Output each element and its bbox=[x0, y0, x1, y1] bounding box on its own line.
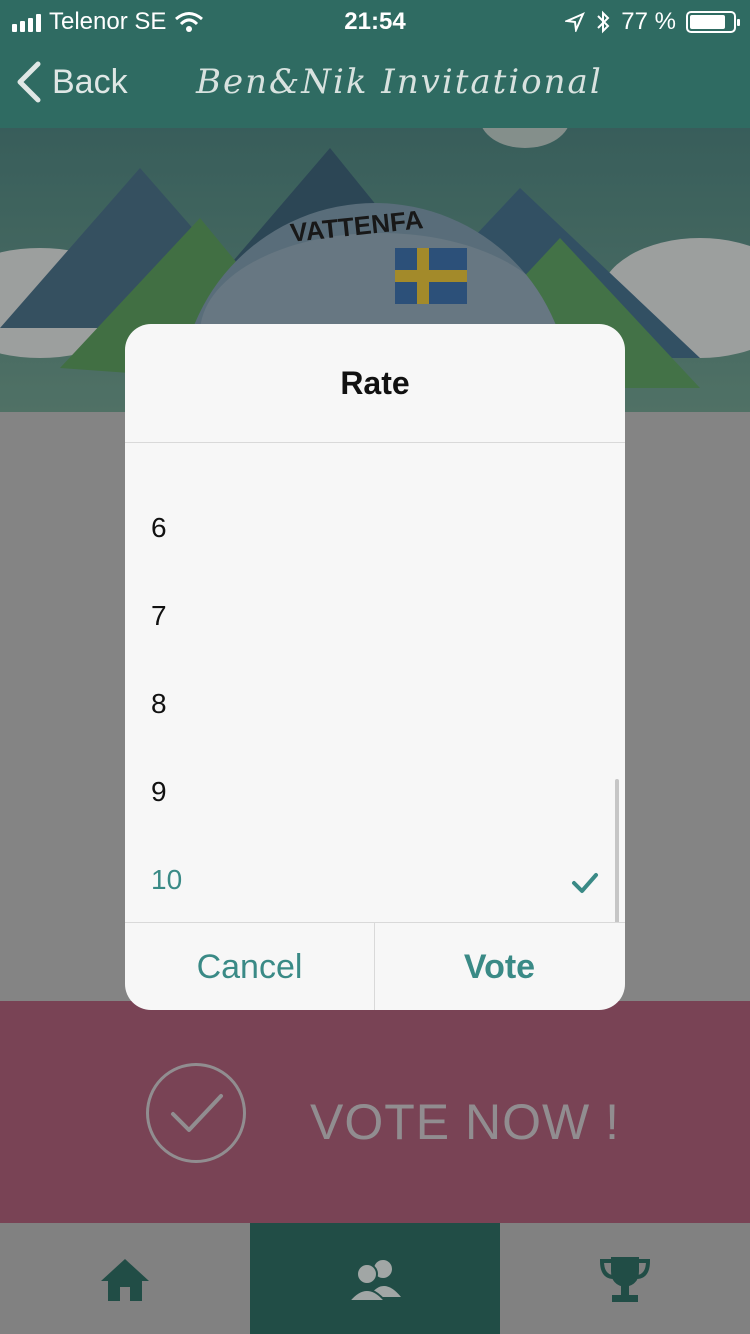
rating-option-6[interactable]: 6 bbox=[151, 512, 167, 544]
battery-percent: 77 % bbox=[621, 8, 676, 35]
status-right: 77 % bbox=[565, 8, 740, 36]
rate-dialog: Rate 5 6 7 8 9 10 Cancel Vote bbox=[125, 324, 625, 1010]
page-title: Ben&Nik Invitational bbox=[196, 62, 603, 102]
rating-option-8[interactable]: 8 bbox=[151, 688, 167, 720]
rating-option-9[interactable]: 9 bbox=[151, 776, 167, 808]
back-label: Back bbox=[52, 62, 128, 101]
rating-options-list[interactable]: 5 6 7 8 9 10 bbox=[125, 443, 625, 922]
scrollbar[interactable] bbox=[615, 779, 619, 922]
status-bar: Telenor SE 21:54 77 % bbox=[0, 0, 750, 42]
navigation-bar: Back Ben&Nik Invitational bbox=[0, 42, 750, 129]
rating-option-7[interactable]: 7 bbox=[151, 600, 167, 632]
cancel-button[interactable]: Cancel bbox=[125, 923, 375, 1010]
rating-option-5[interactable]: 5 bbox=[151, 443, 167, 449]
battery-icon bbox=[686, 11, 740, 33]
chevron-left-icon bbox=[17, 61, 41, 103]
dialog-title: Rate bbox=[125, 324, 625, 443]
bluetooth-icon bbox=[597, 10, 610, 34]
back-button[interactable]: Back bbox=[14, 60, 128, 104]
rating-option-10[interactable]: 10 bbox=[151, 864, 182, 896]
check-icon bbox=[572, 873, 598, 893]
vote-button[interactable]: Vote bbox=[375, 923, 624, 1010]
location-icon bbox=[565, 12, 586, 32]
dialog-actions: Cancel Vote bbox=[125, 922, 625, 1010]
